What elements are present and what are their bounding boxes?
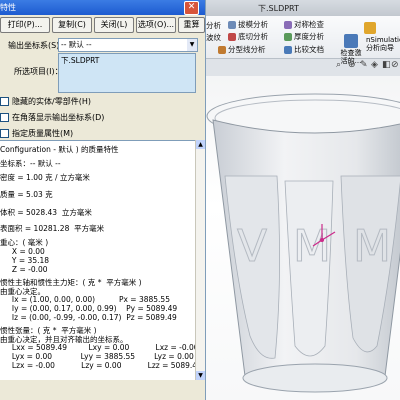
simulation-advisor-button[interactable]: nSimulation(x) 分析向导 [364,22,400,52]
svg-text:M: M [293,221,331,272]
close-icon[interactable]: ✕ [184,1,199,15]
output-coordinate-system-select[interactable]: -- 默认 -- ▼ [58,38,198,52]
search-icon[interactable]: ⌕ [336,60,341,70]
copy-button[interactable]: 复制(C) [52,17,92,33]
ribbon-label: 厚度分析 [294,32,324,41]
result-line: Iy = (0.00, 0.17, 0.00, 0.99) Py = 5089.… [0,304,178,313]
hidden-bodies-checkbox[interactable] [0,97,9,106]
result-line: 体积 = 5028.43 立方毫米 [0,208,92,217]
parting-line-analysis-icon [218,45,226,54]
ribbon-fragment-ripple[interactable]: 波纹 [206,32,221,43]
result-line: Iz = (0.00, -0.99, -0.00, 0.17) Pz = 508… [0,313,177,322]
result-line: Lxx = 5089.49 Lxy = 0.00 Lxz = -0.00 [0,343,196,352]
override-mass-properties-checkbox-row[interactable]: 指定质量属性(M) [0,128,73,139]
mass-properties-results[interactable]: Configuration - 默认 ) 的质量特性 坐标系：-- 默认 -- … [0,140,196,381]
ribbon-thickness-analysis-button[interactable]: 厚度分析 [284,31,324,42]
selected-items-list[interactable]: 下.SLDPRT [58,53,196,93]
dialog-title: 特性 [0,3,16,12]
simulation-icon [364,22,376,34]
ribbon-label: 比较文档 [294,45,324,54]
cup-model: V M M [206,93,400,393]
ribbon-draft-analysis-button[interactable]: 拔模分析 [228,19,268,30]
selected-items-label: 所选项目(I)： [14,67,63,76]
svg-text:M: M [353,221,391,272]
checkbox-label: 在角落显示输出坐标系(D) [12,113,105,122]
zoom-icon[interactable]: ⊕ [348,60,356,70]
result-line: Lyx = 0.00 Lyy = 3885.55 Lyz = 0.00 [0,352,194,361]
print-button[interactable]: 打印(P)... [0,17,50,33]
close-button[interactable]: 关闭(L) [94,17,134,33]
dialog-titlebar[interactable]: 特性 ✕ [0,0,205,15]
result-line: Z = -0.00 [0,265,48,274]
sketch-icon[interactable]: ✎ [360,60,368,70]
hidden-bodies-checkbox-row[interactable]: 隐藏的实体/零部件(H) [0,96,91,107]
display-style-icon[interactable]: ◧ [382,60,391,70]
scroll-down-icon[interactable]: ▼ [196,371,205,380]
checkbox-label: 指定质量属性(M) [12,129,74,138]
checkbox-label: 隐藏的实体/零部件(H) [12,97,91,106]
result-line: 质量 = 5.03 克 [0,190,53,199]
ribbon-label: 对称检查 [294,20,324,29]
dialog-footer [0,380,205,400]
ribbon-label: 拔模分析 [238,20,268,29]
document-title: 下.SLDPRT [258,4,299,13]
recalculate-button[interactable]: 重算(R) [178,17,205,33]
ribbon-undercut-analysis-button[interactable]: 底切分析 [228,31,268,42]
mass-properties-dialog: 特性 ✕ 打印(P)... 复制(C) 关闭(L) 选项(O)... 重算(R)… [0,0,206,400]
ribbon-symmetry-check-button[interactable]: 对称检查 [284,19,324,30]
override-mass-properties-checkbox[interactable] [0,129,9,138]
chevron-down-icon[interactable]: ▼ [187,39,197,51]
show-coordinate-system-checkbox[interactable] [0,113,9,122]
heads-up-view-toolbar: ⌕ ⊕ ✎ ◈ ◧ ⊘ [210,60,400,74]
inspect-icon [344,34,358,48]
options-button[interactable]: 选项(O)... [136,17,176,33]
compare-documents-icon [284,45,292,54]
result-line: X = 0.00 [0,247,45,256]
ribbon-label: 分型线分析 [228,45,266,54]
result-line: 表面积 = 10281.28 平方毫米 [0,224,105,233]
ribbon-fragment-analysis[interactable]: 分析 [206,20,221,31]
thickness-analysis-icon [284,32,292,41]
result-line: Lzx = -0.00 Lzy = 0.00 Lzz = 5089.49 [0,361,196,370]
result-line: Configuration - 默认 ) 的质量特性 [0,145,119,154]
svg-text:V: V [237,221,267,272]
undercut-analysis-icon [228,32,236,41]
list-item[interactable]: 下.SLDPRT [61,55,99,66]
result-line: Ix = (1.00, 0.00, 0.00) Px = 3885.55 [0,295,170,304]
graphics-viewport[interactable]: V M M [205,76,400,400]
ribbon-label: nSimulation(x) 分析向导 [366,36,400,52]
draft-analysis-icon [228,20,236,29]
show-coordinate-system-checkbox-row[interactable]: 在角落显示输出坐标系(D) [0,112,104,123]
ribbon-label: 底切分析 [238,32,268,41]
result-line: Y = 35.18 [0,256,50,265]
ribbon-compare-documents-button[interactable]: 比较文档 [284,44,324,55]
results-scrollbar[interactable]: ▲ ▼ [195,140,205,380]
symmetry-check-icon [284,20,292,29]
result-line: 坐标系：-- 默认 -- [0,159,61,168]
result-line: 密度 = 1.00 克 / 立方毫米 [0,173,90,182]
ribbon-parting-line-analysis-button[interactable]: 分型线分析 [218,44,266,55]
section-view-icon[interactable]: ⊘ [391,60,399,70]
selected-coordinate-system: -- 默认 -- [61,40,92,49]
view-orientation-icon[interactable]: ◈ [371,60,378,70]
scroll-up-icon[interactable]: ▲ [196,140,205,149]
